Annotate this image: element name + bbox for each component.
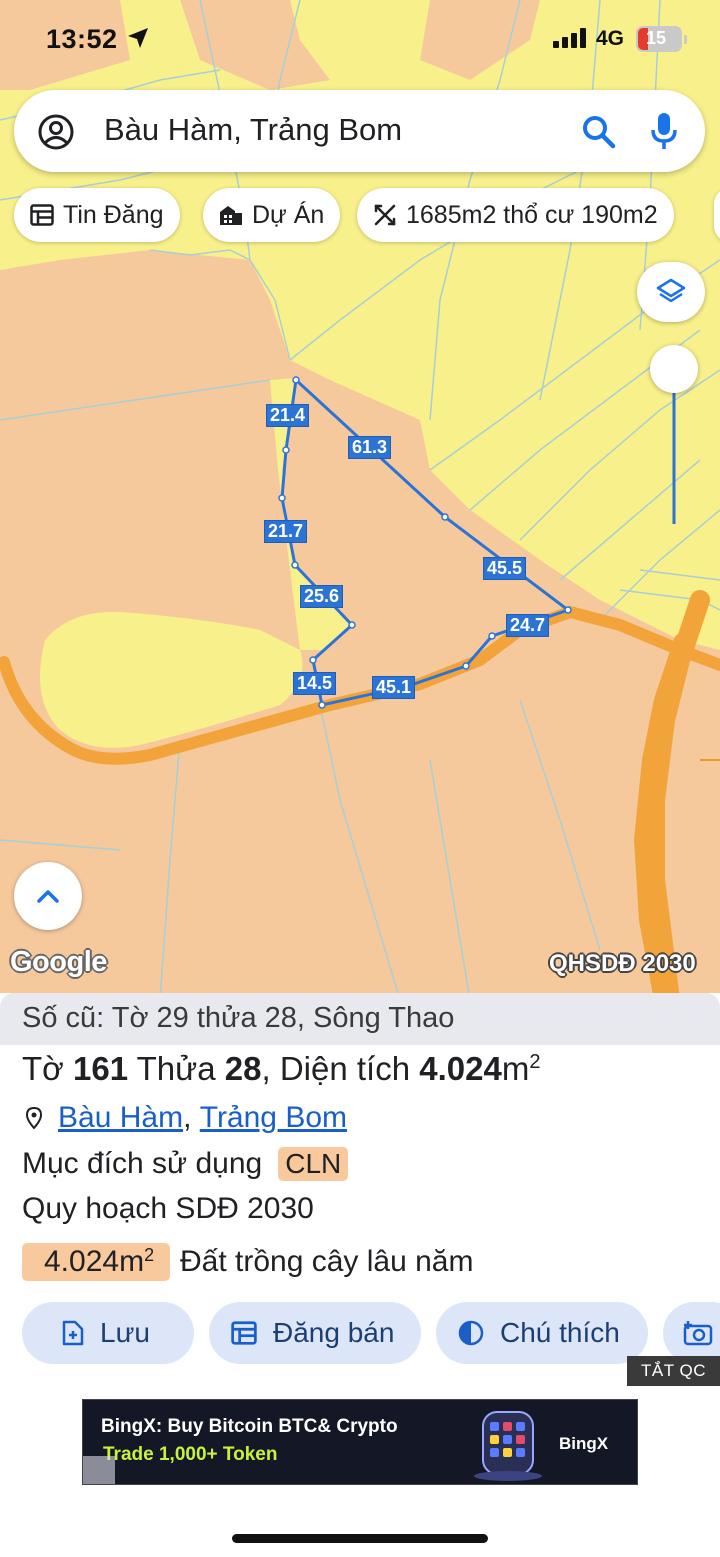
ad-subtitle: Trade 1,000+ Token <box>103 1444 278 1465</box>
plot-label: Thửa <box>136 1050 216 1087</box>
district-link[interactable]: Trảng Bom <box>200 1101 347 1135</box>
area-value: 4.024 <box>419 1050 502 1087</box>
commune-link[interactable]: Bàu Hàm <box>58 1101 183 1135</box>
edge-length-label: 21.7 <box>264 520 308 543</box>
photo-button[interactable] <box>663 1302 720 1364</box>
chip-label: Tin Đăng <box>63 200 164 229</box>
ad-brand: BingX <box>559 1434 609 1453</box>
hide-ads-button[interactable]: TẮT QC <box>627 1356 720 1386</box>
listing-icon <box>30 204 54 226</box>
ad-banner[interactable]: BingX: Buy Bitcoin BTC& Crypto Trade 1,0… <box>82 1399 638 1485</box>
chip-label: Dự Án <box>252 200 325 229</box>
area-label: , Diện tích <box>261 1050 411 1087</box>
search-input[interactable]: Bàu Hàm, Trảng Bom <box>104 112 402 148</box>
chevron-up-icon <box>37 890 59 903</box>
area-unit: m <box>501 1050 530 1087</box>
listing-icon <box>231 1321 257 1345</box>
purpose-label: Mục đích sử dụng <box>22 1147 263 1180</box>
ad-title: BingX: Buy Bitcoin BTC& Crypto <box>101 1416 398 1437</box>
buildings-icon <box>220 206 242 225</box>
battery-level: 15 <box>645 28 667 48</box>
location-arrow-icon <box>128 28 148 48</box>
plan-area-description: Đất trồng cây lâu năm <box>180 1245 474 1278</box>
purpose-code-badge: CLN <box>278 1147 349 1181</box>
measure-icon <box>374 204 396 226</box>
sheet-label: Tờ <box>22 1050 64 1087</box>
map-layer-label: QHSDĐ 2030 <box>549 950 696 977</box>
ad-choices-icon[interactable] <box>83 1456 115 1484</box>
edge-length-label: 21.4 <box>266 404 310 427</box>
purpose-row: Mục đích sử dụng CLN <box>22 1147 349 1181</box>
network-type: 4G <box>596 27 625 50</box>
location-pin-icon <box>26 1107 42 1129</box>
map-view[interactable]: 21.4 61.3 21.7 45.5 25.6 24.7 14.5 45.1 … <box>0 0 720 1000</box>
parcel-title: Tờ 161 Thửa 28, Diện tích 4.024m2 <box>22 1050 541 1087</box>
chip-label: 1685m2 thổ cư 190m2 <box>406 200 658 229</box>
post-for-sale-label: Đăng bán <box>273 1317 395 1348</box>
edge-length-label: 45.5 <box>483 557 527 580</box>
expand-panel-button[interactable] <box>14 862 82 930</box>
edge-length-label: 45.1 <box>372 676 416 699</box>
ad-illustration <box>474 1411 542 1481</box>
plan-area-badge: 4.024m2 <box>22 1243 170 1281</box>
location-row: Bàu Hàm, Trảng Bom <box>22 1101 347 1135</box>
layers-icon <box>656 278 686 303</box>
contrast-icon <box>458 1320 484 1346</box>
mic-icon[interactable] <box>650 112 678 150</box>
plan-area-row: 4.024m2 Đất trồng cây lâu năm <box>22 1243 473 1281</box>
plot-number: 28 <box>224 1050 262 1087</box>
edge-length-label: 24.7 <box>506 614 550 637</box>
plan-label: Quy hoạch SDĐ 2030 <box>22 1192 314 1225</box>
search-bar[interactable]: Bàu Hàm, Trảng Bom <box>14 90 705 172</box>
search-icon[interactable] <box>581 114 617 150</box>
post-for-sale-button[interactable]: Đăng bán <box>209 1302 421 1364</box>
home-indicator <box>232 1534 488 1543</box>
account-icon[interactable] <box>38 114 74 150</box>
chip-measurement[interactable]: 1685m2 thổ cư 190m2 <box>357 188 674 242</box>
old-reference: Số cũ: Tờ 29 thửa 28, Sông Thao <box>0 993 720 1045</box>
status-bar: 13:52 4G 15 <box>0 0 720 80</box>
chip-projects[interactable]: Dự Án <box>203 188 341 242</box>
status-time: 13:52 <box>46 24 118 54</box>
save-label: Lưu <box>100 1317 150 1348</box>
opacity-slider-handle[interactable] <box>650 345 698 393</box>
edge-length-label: 25.6 <box>300 585 344 608</box>
layers-button[interactable] <box>637 262 705 322</box>
add-photo-icon <box>683 1321 713 1346</box>
google-logo: Google <box>10 946 107 978</box>
chip-listings[interactable]: Tin Đăng <box>14 188 180 242</box>
edge-length-label: 14.5 <box>293 672 337 695</box>
signal-icon <box>553 28 586 48</box>
edge-length-label: 61.3 <box>348 436 392 459</box>
legend-button[interactable]: Chú thích <box>436 1302 648 1364</box>
save-button[interactable]: Lưu <box>22 1302 194 1364</box>
battery-icon: 15 <box>636 26 687 52</box>
add-file-icon <box>62 1320 84 1346</box>
sheet-number: 161 <box>72 1050 129 1087</box>
legend-label: Chú thích <box>500 1317 620 1348</box>
